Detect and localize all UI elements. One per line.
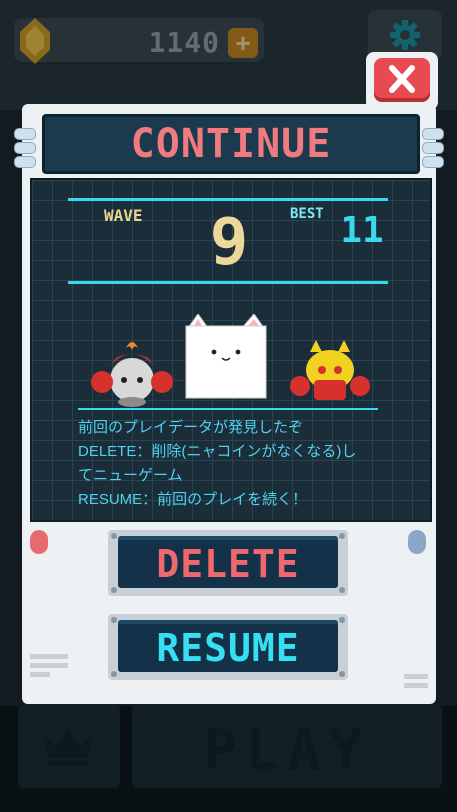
close-button[interactable] bbox=[366, 52, 438, 110]
best-value: 11 bbox=[340, 210, 384, 251]
hinge-right bbox=[422, 126, 444, 168]
message-line: DELETE：削除(ニャコインがなくなる)し bbox=[78, 443, 357, 460]
wave-label: WAVE bbox=[104, 206, 143, 225]
white-cat-character bbox=[185, 314, 267, 399]
message-line: 前回のプレイデータが発見したぞ bbox=[78, 419, 304, 436]
divider-top bbox=[68, 198, 388, 201]
delete-label: DELETE bbox=[156, 542, 300, 586]
message-line: てニューゲーム bbox=[78, 467, 183, 484]
indicator-lamp-red bbox=[30, 530, 48, 554]
continue-message: 前回のプレイデータが発見したぞ DELETE：削除(ニャコインがなくなる)し て… bbox=[78, 416, 418, 512]
dialog-title-bar: CONTINUE bbox=[42, 114, 420, 174]
hinge-left bbox=[14, 126, 36, 168]
wave-value: 9 bbox=[209, 206, 249, 280]
vent-grille-right bbox=[404, 670, 428, 692]
divider-middle bbox=[68, 281, 388, 284]
indicator-lamp-blue bbox=[408, 530, 426, 554]
delete-button[interactable]: DELETE bbox=[108, 530, 348, 596]
vent-grille-left bbox=[30, 650, 68, 681]
resume-button[interactable]: RESUME bbox=[108, 614, 348, 680]
robot-cat-character bbox=[290, 340, 370, 400]
best-label: BEST bbox=[290, 206, 324, 222]
divider-bottom bbox=[78, 408, 378, 410]
message-line: RESUME：前回のプレイを続く！ bbox=[78, 491, 308, 508]
close-icon bbox=[389, 65, 415, 93]
fire-cat-character bbox=[91, 342, 173, 407]
resume-label: RESUME bbox=[156, 626, 300, 670]
dialog-title: CONTINUE bbox=[130, 121, 332, 167]
